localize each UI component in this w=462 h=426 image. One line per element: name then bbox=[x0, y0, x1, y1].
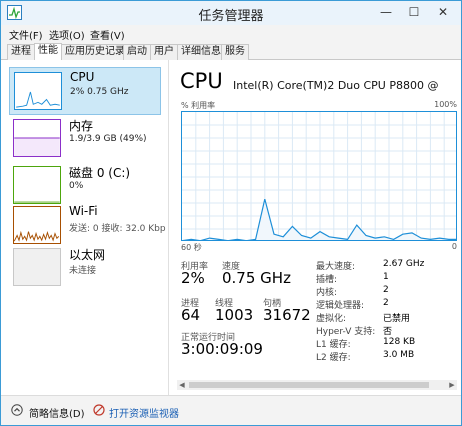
spec-value-sockets: 1 bbox=[383, 272, 389, 282]
sidebar-item-memory[interactable]: 内存 1.9/3.9 GB (49%) bbox=[9, 115, 161, 163]
sidebar-label-ethernet: 以太网 bbox=[69, 248, 106, 262]
spec-value-l1: 128 KB bbox=[383, 337, 416, 347]
uptime-value: 3:00:09:09 bbox=[181, 340, 263, 358]
footer-bar: 简略信息(D) 打开资源监视器 bbox=[1, 395, 461, 425]
graph-x-zero: 0 bbox=[451, 242, 457, 251]
spec-key-max-speed: 最大速度: bbox=[316, 262, 356, 272]
spec-value-virtualization: 已禁用 bbox=[383, 314, 411, 324]
sidebar-label-disk: 磁盘 0 (C:) bbox=[69, 166, 131, 180]
sidebar-detail-wifi: 发送: 0 接收: 32.0 Kbp bbox=[69, 224, 166, 234]
spec-value-l2: 3.0 MB bbox=[383, 350, 415, 360]
scrollbar-thumb[interactable] bbox=[189, 382, 429, 388]
spec-key-virtualization: 虚拟化: bbox=[316, 314, 347, 324]
sidebar-detail-memory: 1.9/3.9 GB (49%) bbox=[69, 134, 147, 144]
sidebar-detail-cpu: 2% 0.75 GHz bbox=[70, 87, 129, 97]
spec-key-cores: 内核: bbox=[316, 288, 338, 298]
sidebar-item-cpu[interactable]: CPU 2% 0.75 GHz bbox=[9, 67, 161, 115]
tab-processes[interactable]: 进程 bbox=[7, 44, 35, 60]
cpu-mini-graph bbox=[14, 72, 62, 110]
spec-key-logical: 逻辑处理器: bbox=[316, 301, 365, 311]
handles-value: 31672 bbox=[263, 306, 311, 324]
spec-key-l1: L1 缓存: bbox=[316, 340, 351, 350]
performance-content: CPU 2% 0.75 GHz 内存 1.9/3.9 GB (49%) 磁盘 0… bbox=[1, 60, 461, 395]
tab-services[interactable]: 服务 bbox=[221, 44, 249, 60]
spec-key-sockets: 插槽: bbox=[316, 275, 338, 285]
spec-value-hyperv: 否 bbox=[383, 327, 393, 337]
tab-bar: 进程 性能 应用历史记录 启动 用户 详细信息 服务 bbox=[1, 42, 461, 60]
resource-sidebar: CPU 2% 0.75 GHz 内存 1.9/3.9 GB (49%) 磁盘 0… bbox=[1, 60, 169, 395]
cpu-model-name: Intel(R) Core(TM)2 Duo CPU P8800 @ bbox=[233, 79, 439, 92]
cpu-utilization-graph bbox=[181, 111, 457, 241]
spec-key-l2: L2 缓存: bbox=[316, 353, 351, 363]
resource-monitor-icon bbox=[93, 404, 105, 416]
menu-bar: 文件(F) 选项(O) 查看(V) bbox=[1, 25, 461, 42]
sidebar-detail-ethernet: 未连接 bbox=[69, 266, 97, 276]
memory-mini-graph bbox=[13, 119, 61, 157]
graph-x-label: 60 秒 bbox=[181, 243, 202, 252]
speed-value: 0.75 GHz bbox=[222, 269, 291, 287]
graph-y-max: 100% bbox=[434, 100, 457, 109]
spec-value-logical: 2 bbox=[383, 298, 389, 308]
wifi-mini-graph bbox=[13, 206, 61, 244]
spec-value-cores: 2 bbox=[383, 285, 389, 295]
sidebar-label-wifi: Wi-Fi bbox=[69, 204, 98, 218]
close-button[interactable]: ✕ bbox=[433, 4, 453, 20]
cpu-detail-panel: CPU Intel(R) Core(TM)2 Duo CPU P8800 @ %… bbox=[177, 60, 461, 395]
ethernet-mini-graph bbox=[13, 248, 61, 286]
sidebar-label-memory: 内存 bbox=[69, 119, 94, 133]
chevron-up-icon[interactable] bbox=[11, 404, 23, 416]
tab-users[interactable]: 用户 bbox=[150, 44, 178, 60]
maximize-button[interactable]: ☐ bbox=[404, 4, 424, 20]
open-resource-monitor-link[interactable]: 打开资源监视器 bbox=[109, 405, 179, 420]
threads-value: 1003 bbox=[215, 306, 254, 324]
disk-mini-graph bbox=[13, 166, 61, 204]
title-bar: 任务管理器 — ☐ ✕ bbox=[1, 1, 461, 25]
spec-key-hyperv: Hyper-V 支持: bbox=[316, 327, 376, 337]
spec-value-max-speed: 2.67 GHz bbox=[383, 259, 425, 269]
tab-startup[interactable]: 启动 bbox=[123, 44, 151, 60]
graph-y-label: % 利用率 bbox=[181, 101, 216, 110]
tab-performance[interactable]: 性能 bbox=[34, 43, 62, 60]
utilization-value: 2% bbox=[181, 269, 205, 287]
minimize-button[interactable]: — bbox=[376, 4, 396, 20]
horizontal-scrollbar[interactable]: ◀ ▶ bbox=[177, 380, 457, 390]
menu-view[interactable]: 查看(V) bbox=[90, 27, 125, 42]
sidebar-label-cpu: CPU bbox=[70, 70, 95, 84]
sidebar-item-wifi[interactable]: Wi-Fi 发送: 0 接收: 32.0 Kbp bbox=[9, 202, 166, 250]
page-title: CPU bbox=[180, 69, 223, 93]
processes-value: 64 bbox=[181, 306, 201, 324]
menu-file[interactable]: 文件(F) bbox=[9, 27, 43, 42]
menu-options[interactable]: 选项(O) bbox=[49, 27, 85, 42]
tab-details[interactable]: 详细信息 bbox=[177, 44, 225, 60]
tab-app-history[interactable]: 应用历史记录 bbox=[61, 44, 129, 60]
sidebar-detail-disk: 0% bbox=[69, 181, 84, 191]
fewer-details-link[interactable]: 简略信息(D) bbox=[29, 405, 85, 420]
sidebar-item-ethernet[interactable]: 以太网 未连接 bbox=[9, 244, 161, 292]
cpu-utilization-chart bbox=[182, 112, 456, 240]
task-manager-window: 任务管理器 — ☐ ✕ 文件(F) 选项(O) 查看(V) 进程 性能 应用历史… bbox=[0, 0, 462, 426]
scroll-right-icon[interactable]: ▶ bbox=[447, 380, 457, 390]
scroll-left-icon[interactable]: ◀ bbox=[177, 380, 187, 390]
